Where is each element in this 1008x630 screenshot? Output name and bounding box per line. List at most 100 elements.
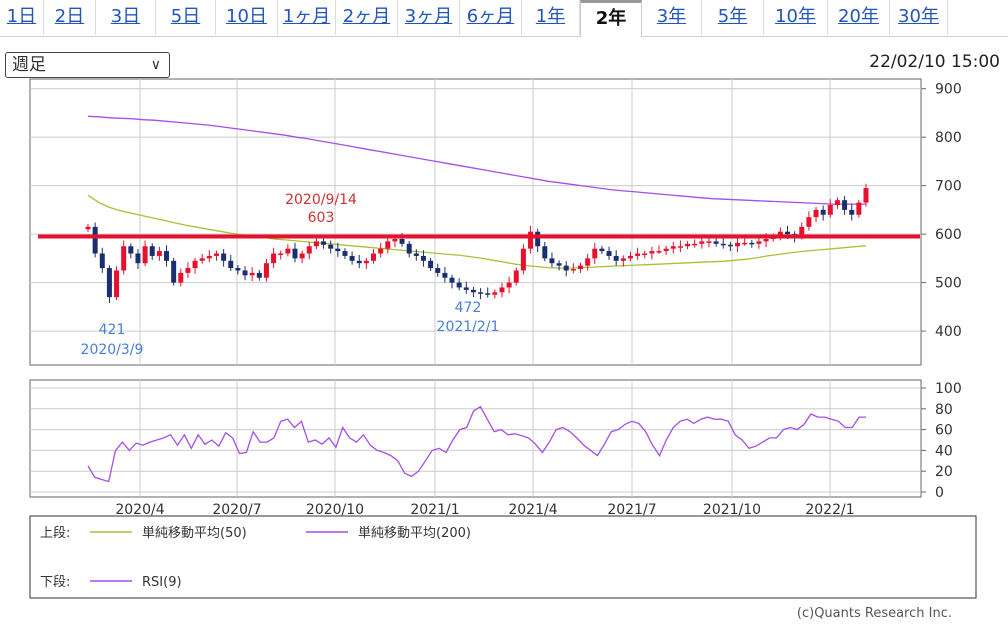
- candle-body-56: [485, 293, 491, 295]
- candle-body-34: [328, 244, 334, 249]
- candle-body-33: [321, 241, 327, 245]
- candle-body-30: [299, 253, 305, 259]
- candle-body-89: [720, 243, 726, 246]
- candle-body-101: [806, 217, 812, 227]
- candle-body-49: [435, 268, 441, 273]
- candle-body-93: [749, 242, 755, 245]
- candle-body-38: [356, 260, 362, 264]
- copyright-notice: (c)Quants Research Inc.: [796, 606, 952, 621]
- candle-body-109: [863, 188, 869, 203]
- candle-body-22: [242, 270, 248, 276]
- candle-body-3: [106, 268, 112, 298]
- candle-body-14: [185, 268, 191, 273]
- candle-body-94: [756, 241, 762, 244]
- price-ytick-label-5: 900: [935, 82, 962, 98]
- annotation-1-line1: 421: [99, 322, 126, 338]
- candle-body-20: [228, 260, 234, 269]
- candle-body-11: [164, 251, 170, 261]
- candle-body-73: [606, 251, 612, 256]
- candle-body-1: [92, 226, 98, 254]
- rsi-ytick-label-1: 20: [935, 464, 953, 480]
- candle-body-108: [856, 202, 862, 215]
- candle-body-54: [470, 289, 476, 293]
- candle-body-12: [171, 260, 177, 283]
- candle-body-57: [492, 292, 498, 295]
- candle-body-102: [813, 209, 819, 218]
- candle-body-86: [699, 241, 705, 244]
- candle-body-64: [542, 246, 548, 259]
- candle-body-70: [585, 258, 591, 266]
- candle-body-26: [271, 253, 277, 264]
- candle-body-35: [335, 248, 341, 252]
- annotation-1-line2: 2020/3/9: [81, 342, 144, 358]
- rsi-ytick-label-5: 100: [935, 381, 962, 397]
- candle-body-48: [428, 260, 434, 269]
- candle-body-13: [178, 272, 184, 283]
- candle-body-29: [292, 248, 298, 259]
- candle-body-39: [363, 260, 369, 264]
- candle-body-50: [442, 272, 448, 278]
- candle-body-66: [556, 263, 562, 266]
- candle-body-55: [478, 292, 484, 294]
- candle-body-81: [663, 248, 669, 252]
- candle-body-9: [149, 246, 155, 256]
- annotation-0-line2: 603: [308, 210, 335, 226]
- candle-body-72: [599, 248, 605, 252]
- price-ytick-label-1: 500: [935, 276, 962, 292]
- candle-body-7: [135, 253, 141, 264]
- candle-body-77: [635, 253, 641, 256]
- candle-body-75: [620, 258, 626, 261]
- candle-body-79: [649, 251, 655, 254]
- candle-body-16: [199, 258, 205, 261]
- candle-body-76: [627, 255, 633, 259]
- candle-body-85: [692, 243, 698, 246]
- price-ytick-label-3: 700: [935, 179, 962, 195]
- candle-body-69: [577, 265, 583, 270]
- candle-body-43: [392, 238, 398, 242]
- candle-body-32: [313, 241, 319, 247]
- legend-sma50-label: 単純移動平均(50): [142, 525, 247, 541]
- candle-body-84: [685, 243, 691, 247]
- candle-body-10: [156, 251, 162, 256]
- annotation-2-line2: 2021/2/1: [437, 319, 500, 335]
- candle-body-40: [371, 253, 377, 261]
- candle-body-80: [656, 251, 662, 253]
- candle-body-91: [735, 242, 741, 247]
- legend-upper-label: 上段:: [40, 526, 70, 541]
- candle-body-15: [192, 260, 198, 269]
- price-ytick-label-2: 600: [935, 227, 962, 243]
- candle-body-47: [420, 255, 426, 261]
- candle-body-63: [535, 231, 541, 247]
- candle-body-59: [506, 282, 512, 288]
- candle-body-8: [142, 246, 148, 264]
- candle-body-68: [570, 269, 576, 271]
- candle-body-83: [677, 246, 683, 248]
- candle-body-52: [456, 282, 462, 288]
- candle-body-53: [463, 287, 469, 290]
- candle-body-25: [263, 263, 269, 278]
- candle-body-42: [385, 241, 391, 249]
- rsi-ytick-label-4: 80: [935, 402, 953, 418]
- candle-body-88: [713, 241, 719, 244]
- candle-body-19: [221, 253, 227, 261]
- candle-body-82: [670, 246, 676, 249]
- price-ytick-label-4: 800: [935, 130, 962, 146]
- candle-body-44: [399, 238, 405, 244]
- rsi-ytick-label-3: 60: [935, 423, 953, 439]
- legend-rsi-label: RSI(9): [142, 575, 182, 590]
- candle-body-87: [706, 241, 712, 243]
- candle-body-6: [128, 246, 134, 254]
- candle-body-58: [499, 287, 505, 293]
- annotation-2-line1: 472: [455, 300, 482, 316]
- candle-body-2: [99, 253, 105, 269]
- candle-body-92: [742, 242, 748, 245]
- candle-body-104: [827, 205, 833, 215]
- candle-body-31: [306, 246, 312, 254]
- candle-body-106: [842, 200, 848, 210]
- candle-body-46: [413, 253, 419, 256]
- candle-body-28: [285, 248, 291, 254]
- legend-lower-label: 下段:: [40, 575, 70, 590]
- candle-body-103: [820, 209, 826, 215]
- candle-body-95: [763, 238, 769, 242]
- candle-body-107: [849, 209, 855, 215]
